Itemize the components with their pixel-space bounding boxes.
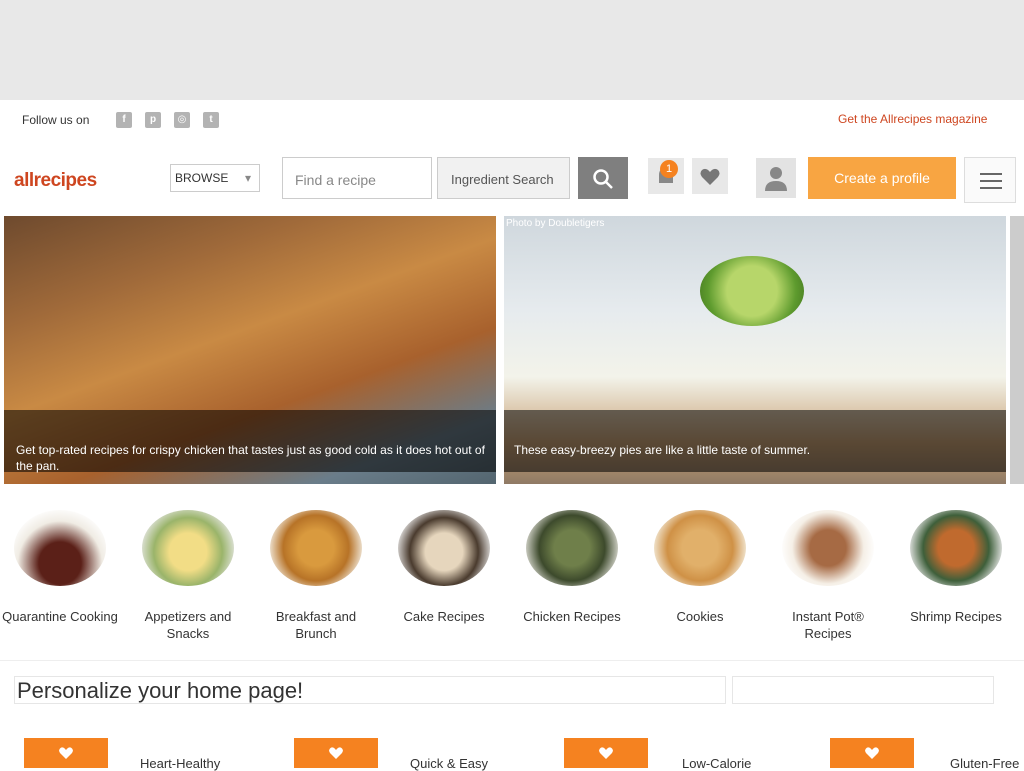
heart-icon bbox=[599, 747, 613, 759]
recipe-search-input[interactable]: Find a recipe bbox=[282, 157, 432, 199]
category-thumbnail bbox=[14, 510, 106, 586]
hamburger-line bbox=[980, 180, 1002, 182]
hero-left-caption[interactable]: Get top-rated recipes for crispy chicken… bbox=[16, 442, 486, 474]
category-breakfast-brunch[interactable]: Breakfast and Brunch bbox=[258, 504, 382, 644]
heart-icon bbox=[865, 747, 879, 759]
pinterest-icon[interactable]: p bbox=[145, 112, 161, 128]
create-profile-button[interactable]: Create a profile bbox=[808, 157, 956, 199]
facebook-icon[interactable]: f bbox=[116, 112, 132, 128]
favorites-button[interactable] bbox=[692, 158, 728, 194]
magazine-link[interactable]: Get the Allrecipes magazine bbox=[838, 112, 987, 126]
category-label: Instant Pot® Recipes bbox=[792, 609, 864, 641]
follow-us-label: Follow us on bbox=[22, 113, 90, 127]
quick-easy-button[interactable] bbox=[294, 738, 378, 768]
preference-label: Heart-Healthy bbox=[140, 756, 221, 771]
category-thumbnail bbox=[526, 510, 618, 586]
category-quarantine-cooking[interactable]: Quarantine Cooking bbox=[2, 504, 126, 644]
notification-badge: 1 bbox=[660, 160, 678, 178]
category-cake-recipes[interactable]: Cake Recipes bbox=[386, 504, 510, 644]
heart-icon bbox=[329, 747, 343, 759]
category-thumbnail bbox=[142, 510, 234, 586]
category-label: Shrimp Recipes bbox=[910, 609, 1002, 624]
category-label: Quarantine Cooking bbox=[2, 609, 118, 624]
preference-label: Gluten-Free bbox=[950, 756, 1020, 771]
category-shrimp-recipes[interactable]: Shrimp Recipes bbox=[898, 504, 1022, 644]
hero-right-caption-bar bbox=[504, 410, 1006, 472]
category-label: Cake Recipes bbox=[403, 609, 485, 624]
category-label: Chicken Recipes bbox=[523, 609, 621, 624]
hero-right-caption[interactable]: These easy-breezy pies are like a little… bbox=[514, 442, 934, 458]
personalize-side-panel bbox=[732, 676, 994, 704]
twitter-icon[interactable]: t bbox=[203, 112, 219, 128]
user-icon bbox=[765, 167, 787, 191]
low-calorie-button[interactable] bbox=[564, 738, 648, 768]
menu-button[interactable] bbox=[964, 157, 1016, 203]
category-cookies[interactable]: Cookies bbox=[642, 504, 766, 644]
heart-icon bbox=[700, 168, 720, 185]
heart-icon bbox=[59, 747, 73, 759]
top-banner-area bbox=[0, 0, 1024, 100]
next-slide-peek[interactable] bbox=[1010, 216, 1024, 484]
photo-credit: Photo by Doubletigers bbox=[506, 218, 605, 229]
hamburger-line bbox=[980, 187, 1002, 189]
lime-slice-decoration bbox=[700, 256, 804, 326]
browse-dropdown[interactable]: BROWSE ▾ bbox=[170, 164, 260, 192]
category-label: Appetizers and Snacks bbox=[144, 609, 232, 641]
search-button[interactable] bbox=[578, 157, 628, 199]
preference-label: Quick & Easy bbox=[410, 756, 489, 771]
ingredient-search-button[interactable]: Ingredient Search bbox=[437, 157, 570, 199]
category-thumbnail bbox=[398, 510, 490, 586]
category-thumbnail bbox=[270, 510, 362, 586]
personalize-heading: Personalize your home page! bbox=[14, 676, 726, 704]
category-appetizers-snacks[interactable]: Appetizers and Snacks bbox=[130, 504, 254, 644]
section-divider bbox=[0, 660, 1024, 661]
chevron-down-icon: ▾ bbox=[244, 171, 251, 185]
preference-label: Low-Calorie bbox=[682, 756, 752, 771]
category-label: Breakfast and Brunch bbox=[275, 609, 357, 641]
gluten-free-button[interactable] bbox=[830, 738, 914, 768]
category-thumbnail bbox=[782, 510, 874, 586]
browse-label: BROWSE bbox=[175, 171, 229, 185]
hamburger-line bbox=[980, 173, 1002, 175]
allrecipes-logo[interactable]: allrecipes bbox=[14, 170, 97, 192]
category-thumbnail bbox=[910, 510, 1002, 586]
instagram-icon[interactable]: ◎ bbox=[174, 112, 190, 128]
search-icon bbox=[593, 169, 613, 189]
category-label: Cookies bbox=[676, 609, 724, 624]
category-instant-pot-recipes[interactable]: Instant Pot® Recipes bbox=[770, 504, 894, 644]
heart-healthy-button[interactable] bbox=[24, 738, 108, 768]
profile-avatar[interactable] bbox=[756, 158, 796, 198]
category-thumbnail bbox=[654, 510, 746, 586]
category-chicken-recipes[interactable]: Chicken Recipes bbox=[514, 504, 638, 644]
